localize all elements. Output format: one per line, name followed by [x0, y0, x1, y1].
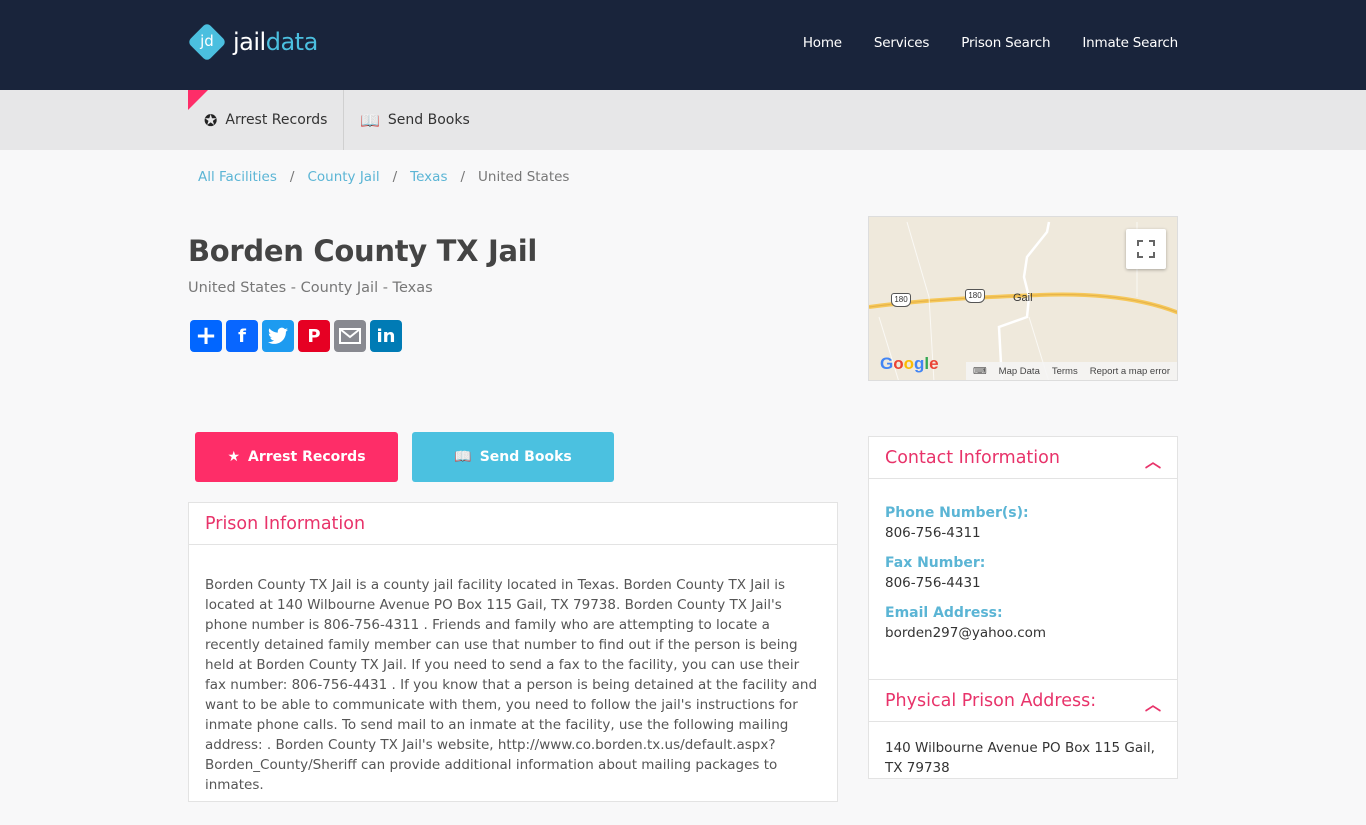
nav-prison-search[interactable]: Prison Search	[961, 35, 1050, 51]
fullscreen-button[interactable]	[1126, 229, 1166, 269]
sub-navbar: ✪ Arrest Records 📖 Send Books	[0, 90, 1366, 150]
physical-address-panel: Physical Prison Address: ︿ 140 Wilbourne…	[868, 679, 1178, 779]
fullscreen-icon	[1137, 240, 1155, 258]
map-place-label: Gail	[1013, 292, 1033, 304]
map-data-link[interactable]: Map Data	[999, 366, 1040, 377]
fax-label: Fax Number:	[885, 555, 986, 571]
map-terms-link[interactable]: Terms	[1052, 366, 1078, 377]
report-map-error-link[interactable]: Report a map error	[1090, 366, 1170, 377]
chevron-up-icon[interactable]: ︿	[1145, 448, 1161, 472]
email-label: Email Address:	[885, 605, 1003, 621]
phone-label: Phone Number(s):	[885, 505, 1029, 521]
page-subtitle: United States - County Jail - Texas	[188, 280, 433, 296]
subnav-arrest-records[interactable]: ✪ Arrest Records	[204, 90, 327, 150]
star-icon: ★	[227, 449, 241, 465]
nav-services[interactable]: Services	[874, 35, 930, 51]
subnav-send-books[interactable]: 📖 Send Books	[360, 90, 470, 150]
chevron-up-icon[interactable]: ︿	[1145, 691, 1161, 715]
star-badge-icon: ✪	[204, 110, 218, 130]
divider	[343, 90, 344, 150]
breadcrumb-texas[interactable]: Texas	[410, 169, 447, 185]
prison-information-text: Borden County TX Jail is a county jail f…	[205, 577, 818, 793]
panel-heading: Prison Information	[189, 503, 837, 545]
fax-value: 806-756-4431	[885, 575, 981, 591]
page-title: Borden County TX Jail	[188, 234, 538, 268]
jaildata-logo[interactable]: jd jaildata	[187, 22, 318, 62]
route-shield: 180	[965, 289, 985, 303]
keyboard-icon[interactable]: ⌨	[973, 366, 987, 377]
address-text: 140 Wilbourne Avenue PO Box 115 Gail, TX…	[885, 740, 1155, 776]
pinterest-icon[interactable]: P	[298, 320, 330, 352]
nav-home[interactable]: Home	[803, 35, 842, 51]
send-books-button[interactable]: 📖 Send Books	[412, 432, 614, 482]
route-shield: 180	[891, 293, 911, 307]
contact-information-panel: Contact Information ︿ Phone Number(s): 8…	[868, 436, 1178, 680]
email-icon[interactable]	[334, 320, 366, 352]
location-map[interactable]: 180 180 Gail Google ⌨ Map Data Terms Rep…	[868, 216, 1178, 381]
book-icon: 📖	[454, 449, 472, 465]
map-footer: ⌨ Map Data Terms Report a map error	[965, 362, 1177, 380]
email-value: borden297@yahoo.com	[885, 625, 1047, 641]
share-buttons: + f P in	[190, 320, 402, 352]
breadcrumb-all-facilities[interactable]: All Facilities	[198, 169, 277, 185]
facebook-icon[interactable]: f	[226, 320, 258, 352]
add-icon[interactable]: +	[190, 320, 222, 352]
top-navbar: jd jaildata Home Services Prison Search …	[0, 0, 1366, 90]
main-nav: Home Services Prison Search Inmate Searc…	[803, 35, 1178, 51]
breadcrumb: All Facilities / County Jail / Texas / U…	[198, 169, 570, 185]
phone-value: 806-756-4311	[885, 525, 981, 541]
arrest-records-button[interactable]: ★ Arrest Records	[195, 432, 398, 482]
linkedin-icon[interactable]: in	[370, 320, 402, 352]
address-panel-header[interactable]: Physical Prison Address: ︿	[869, 680, 1177, 722]
breadcrumb-current: United States	[478, 169, 570, 185]
breadcrumb-county-jail[interactable]: County Jail	[307, 169, 379, 185]
logo-icon: jd	[187, 22, 227, 62]
logo-text: jaildata	[233, 28, 318, 56]
nav-inmate-search[interactable]: Inmate Search	[1082, 35, 1178, 51]
google-logo: Google	[880, 354, 939, 373]
twitter-icon[interactable]	[262, 320, 294, 352]
prison-information-panel: Prison Information Borden County TX Jail…	[188, 502, 838, 802]
contact-panel-header[interactable]: Contact Information ︿	[869, 437, 1177, 479]
book-icon: 📖	[360, 110, 380, 130]
